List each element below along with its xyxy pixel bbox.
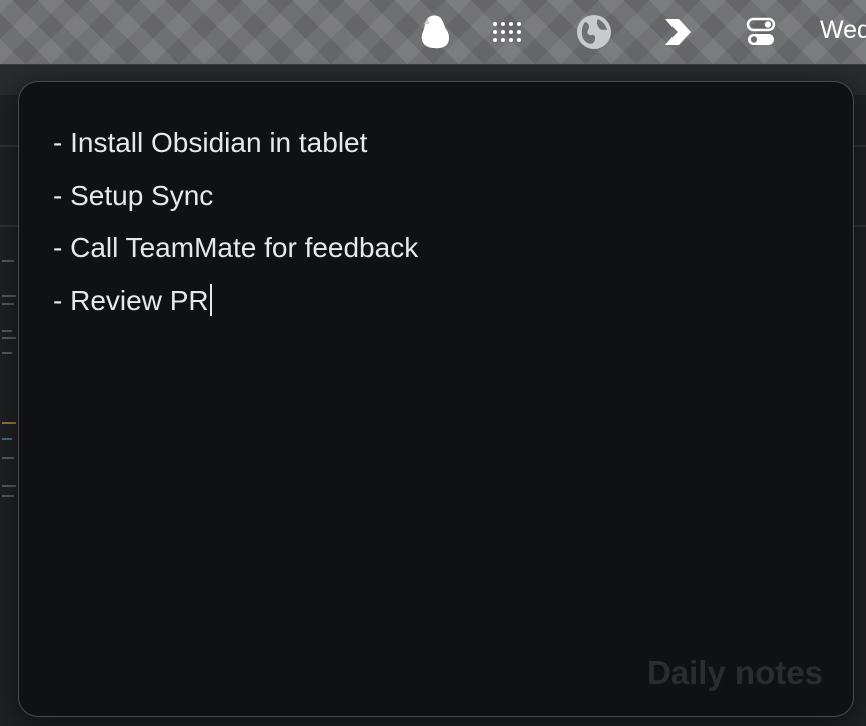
text-cursor (209, 283, 212, 316)
background-text (2, 422, 16, 424)
evernote-icon[interactable] (417, 14, 453, 50)
background-text (2, 495, 14, 497)
arrow-logo-icon[interactable] (660, 14, 696, 50)
background-text (2, 485, 16, 487)
note-line[interactable]: - Setup Sync (53, 179, 418, 232)
note-text-area[interactable]: - Install Obsidian in tablet - Setup Syn… (53, 126, 418, 336)
menu-bar-clock[interactable]: Wed (820, 16, 866, 45)
globe-icon[interactable] (576, 14, 612, 50)
quick-note-panel[interactable]: - Install Obsidian in tablet - Setup Syn… (18, 81, 854, 717)
background-text (2, 295, 16, 297)
note-line[interactable]: - Install Obsidian in tablet (53, 126, 418, 179)
note-line[interactable]: - Call TeamMate for feedback (53, 231, 418, 284)
background-text (2, 352, 12, 354)
background-text (2, 330, 12, 332)
note-line[interactable]: - Review PR (53, 283, 418, 337)
background-text (2, 303, 14, 305)
note-title-watermark: Daily notes (646, 654, 823, 691)
background-text (2, 457, 14, 459)
control-center-icon[interactable] (743, 14, 779, 50)
menu-bar: Wed (0, 0, 866, 65)
background-text (2, 337, 16, 339)
background-text (2, 438, 12, 440)
grid-icon[interactable] (490, 14, 526, 50)
background-text (2, 260, 14, 262)
